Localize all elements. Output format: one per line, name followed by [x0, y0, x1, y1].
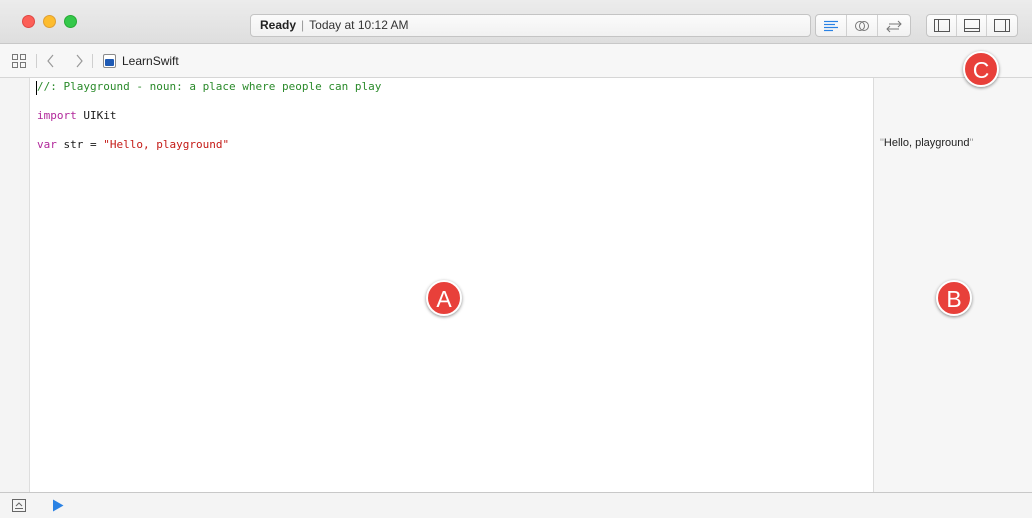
chevron-right-icon: [76, 54, 83, 68]
keyword-token: import: [37, 109, 77, 122]
plain-token: str =: [56, 138, 104, 151]
utilities-toggle-icon: [994, 19, 1010, 32]
line-gutter: [0, 78, 30, 492]
version-editor-button[interactable]: [878, 15, 909, 36]
window-toolbar: Ready | Today at 10:12 AM: [0, 0, 1032, 44]
show-debug-area-button[interactable]: [12, 499, 26, 517]
callout-badge-a: A: [426, 280, 462, 316]
status-time-text: Today at 10:12 AM: [309, 18, 409, 32]
debug-area-icon: [12, 499, 26, 512]
editor-mode-segmented-control: [815, 14, 911, 37]
assistant-editor-button[interactable]: [847, 15, 878, 36]
plain-token: UIKit: [76, 109, 117, 122]
debug-area-toggle-icon: [963, 19, 980, 32]
jumpbar-divider: [92, 54, 93, 68]
keyword-token: var: [37, 138, 57, 151]
run-playground-button[interactable]: [52, 499, 64, 517]
quote-mark: ": [969, 137, 974, 149]
playground-file-breadcrumb[interactable]: LearnSwift: [103, 44, 179, 78]
version-editor-icon: [885, 20, 902, 32]
code-line-2: import UIKit: [37, 109, 117, 122]
go-back-button[interactable]: [46, 44, 56, 78]
result-value[interactable]: "Hello, playground": [880, 137, 973, 149]
minimize-window-button[interactable]: [43, 15, 56, 28]
jump-bar: LearnSwift: [0, 44, 1032, 78]
code-line-3: var str = "Hello, playground": [37, 138, 229, 151]
close-window-button[interactable]: [22, 15, 35, 28]
result-value-text: Hello, playground: [883, 137, 970, 149]
playground-file-icon: [103, 54, 116, 68]
utilities-toggle-button[interactable]: [987, 15, 1017, 36]
navigator-toggle-icon: [933, 19, 950, 32]
grid-icon: [12, 54, 26, 68]
zoom-window-button[interactable]: [64, 15, 77, 28]
code-line-1: //: Playground - noun: a place where peo…: [37, 80, 381, 93]
navigator-toggle-button[interactable]: [927, 15, 957, 36]
jumpbar-divider: [36, 54, 37, 68]
status-separator: |: [301, 18, 305, 32]
file-name-label: LearnSwift: [122, 54, 179, 68]
status-ready-text: Ready: [260, 18, 297, 32]
standard-editor-button[interactable]: [816, 15, 847, 36]
standard-editor-icon: [824, 20, 838, 31]
comment-token: //: Playground - noun: a place where peo…: [37, 80, 382, 93]
callout-badge-c: C: [963, 51, 999, 87]
debug-area-toggle-button[interactable]: [957, 15, 987, 36]
string-token: "Hello, playground": [103, 138, 230, 151]
go-forward-button[interactable]: [74, 44, 84, 78]
debug-bar: [0, 492, 1032, 518]
related-items-button[interactable]: [12, 44, 26, 78]
activity-status-bar: Ready | Today at 10:12 AM: [250, 14, 811, 37]
chevron-left-icon: [47, 54, 54, 68]
play-icon: [53, 499, 64, 512]
callout-badge-b: B: [936, 280, 972, 316]
assistant-editor-icon: [855, 20, 869, 31]
view-toggle-segmented-control: [926, 14, 1018, 37]
